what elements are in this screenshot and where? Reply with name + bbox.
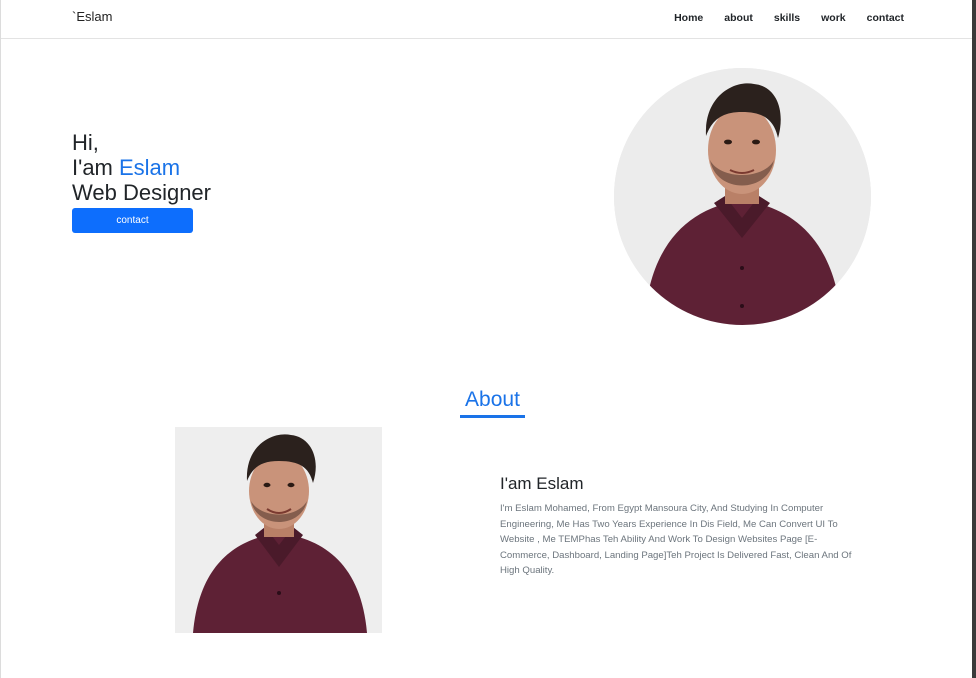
navbar: `Eslam Home about skills work contact <box>1 0 972 39</box>
hero-intro-prefix: I'am <box>72 155 119 180</box>
nav-link-about[interactable]: about <box>724 12 753 24</box>
nav-link-work[interactable]: work <box>821 12 846 24</box>
nav-link-skills[interactable]: skills <box>774 12 800 24</box>
hero-name: Eslam <box>119 155 181 180</box>
hero-heading: Hi, I'am Eslam Web Designer <box>72 130 211 205</box>
nav-link-contact[interactable]: contact <box>867 12 904 24</box>
hero-greeting: Hi, <box>72 130 99 155</box>
nav-links: Home about skills work contact <box>653 12 904 24</box>
window-right-edge <box>972 0 976 678</box>
about-section-title: About <box>460 388 525 418</box>
hero-intro-line: I'am Eslam <box>72 155 211 180</box>
about-name-heading: I'am Eslam <box>500 474 584 493</box>
nav-link-home[interactable]: Home <box>674 12 703 24</box>
brand-logo[interactable]: `Eslam <box>72 9 112 24</box>
about-profile-photo <box>175 427 382 633</box>
window-left-edge <box>0 0 1 678</box>
contact-button[interactable]: contact <box>72 208 193 233</box>
hero-role: Web Designer <box>72 180 211 205</box>
about-description: I'm Eslam Mohamed, From Egypt Mansoura C… <box>500 503 852 577</box>
hero-profile-photo <box>614 68 871 325</box>
